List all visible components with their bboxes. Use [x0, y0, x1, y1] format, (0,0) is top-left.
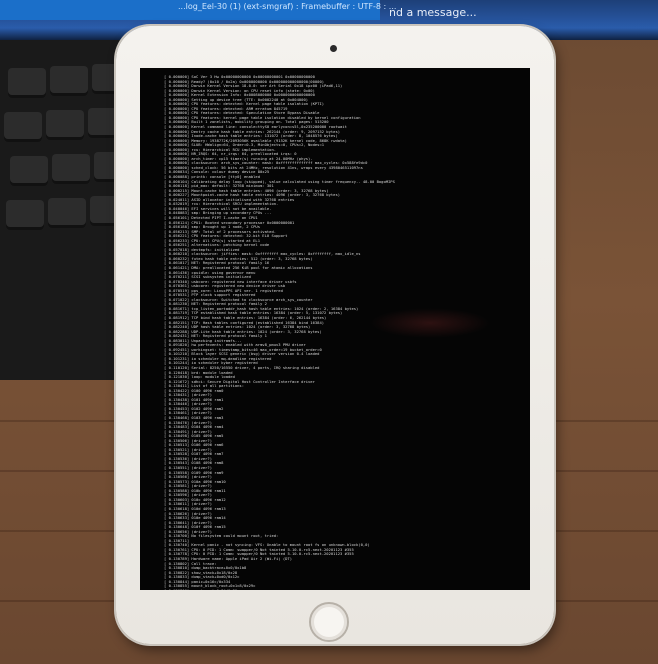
message-placeholder: nd a message... [389, 6, 477, 19]
keyboard-key [8, 68, 46, 98]
keyboard-key [6, 200, 44, 230]
log-line: [ 0.130866] mount_root+0x84/0x90 [164, 589, 524, 590]
kernel-panic-log: [ 0.000000] SoC Ver 3 Hw 0x00000000000 0… [164, 75, 524, 590]
photo-scene: ...log_Eel-30 (1) (ext-smgraf) : Framebu… [0, 0, 658, 664]
keyboard-key [4, 112, 42, 142]
ipad-screen: [ 0.000000] SoC Ver 3 Hw 0x00000000000 0… [140, 68, 530, 590]
keyboard-key [10, 156, 48, 186]
keyboard-key [50, 66, 88, 96]
keyboard-key [52, 154, 90, 184]
monitor-window-caption: ...log_Eel-30 (1) (ext-smgraf) : Framebu… [178, 2, 397, 11]
keyboard-key [48, 198, 86, 228]
ipad-device: [ 0.000000] SoC Ver 3 Hw 0x00000000000 0… [116, 26, 554, 644]
front-camera [330, 45, 337, 52]
keyboard-key [46, 110, 84, 140]
home-button[interactable] [309, 602, 349, 642]
